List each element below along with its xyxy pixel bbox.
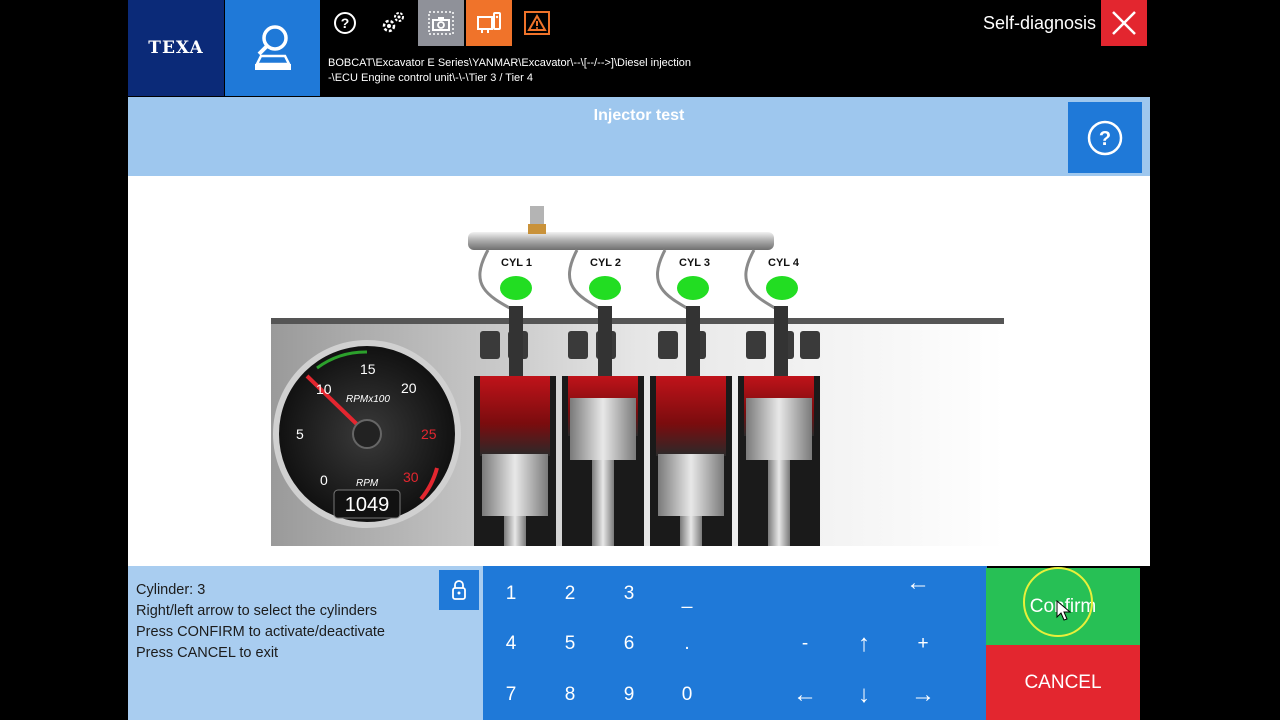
cyl4-status-light	[766, 276, 798, 300]
cancel-label: CANCEL	[1024, 671, 1102, 693]
backspace-key[interactable]: ←	[893, 568, 943, 598]
warning-icon	[524, 11, 550, 35]
device-icon	[477, 12, 501, 33]
engine-diagram: CYL 1 CYL 2 CYL 3 CYL 4 0 5 10 15 20 25 …	[271, 206, 1004, 546]
search-car-icon	[254, 25, 291, 70]
rpm-value: 1049	[345, 494, 390, 516]
virtual-keypad: 1 2 3 _ 4 5 6 . 7 8 9 0 ← - ↑ + ← ↓ →	[483, 566, 987, 720]
gauge-tick-30: 30	[403, 469, 419, 485]
gauge-unit-bottom: RPM	[356, 478, 379, 489]
key-underscore[interactable]: _	[667, 584, 707, 614]
gauge-tick-5: 5	[296, 426, 304, 442]
gauge-tick-0: 0	[320, 472, 328, 488]
settings-toolbar-button[interactable]	[370, 0, 416, 46]
help-icon: ?	[1087, 120, 1123, 155]
close-icon	[1112, 11, 1136, 35]
svg-text:?: ?	[1099, 128, 1111, 150]
cancel-button[interactable]: CANCEL	[986, 645, 1140, 720]
key-5[interactable]: 5	[550, 629, 590, 659]
page-title: Injector test	[593, 107, 685, 124]
key-dot[interactable]: .	[667, 629, 707, 659]
help-toolbar-button[interactable]: ?	[322, 0, 368, 46]
key-6[interactable]: 6	[609, 629, 649, 659]
cyl4-label: CYL 4	[768, 257, 800, 269]
key-8[interactable]: 8	[550, 680, 590, 710]
key-1[interactable]: 1	[491, 579, 531, 609]
gauge-unit-top: RPMx100	[346, 394, 390, 405]
arrow-right-key[interactable]: →	[903, 680, 943, 710]
title-band: Injector test ?	[128, 97, 1150, 176]
gauge-tick-20: 20	[401, 380, 417, 396]
cyl1-status-light	[500, 276, 532, 300]
instruction-line: Press CONFIRM to activate/deactivate	[136, 624, 385, 640]
injector-test-illustration: CYL 1 CYL 2 CYL 3 CYL 4 0 5 10 15 20 25 …	[128, 176, 1150, 566]
key-3[interactable]: 3	[609, 579, 649, 609]
svg-text:?: ?	[341, 15, 350, 31]
warning-toolbar-button[interactable]	[514, 0, 560, 46]
key-4[interactable]: 4	[491, 629, 531, 659]
keypad-lock-button[interactable]	[439, 570, 479, 610]
help-icon: ?	[334, 12, 356, 34]
gauge-tick-15: 15	[360, 361, 376, 377]
mouse-cursor-icon	[1056, 600, 1072, 621]
cyl3-status-light	[677, 276, 709, 300]
arrow-left-key[interactable]: ←	[785, 680, 825, 710]
screenshot-toolbar-button[interactable]	[418, 0, 464, 46]
selected-cylinder-text: Cylinder: 3	[136, 582, 206, 598]
instruction-panel: Cylinder: 3 Right/left arrow to select t…	[128, 566, 483, 720]
screenshot-icon	[428, 11, 454, 35]
mode-title: Self-diagnosis	[982, 13, 1096, 33]
test-help-button[interactable]: ?	[1068, 102, 1142, 173]
instruction-line: Right/left arrow to select the cylinders	[136, 603, 377, 619]
plus-key[interactable]: +	[903, 629, 943, 659]
key-9[interactable]: 9	[609, 680, 649, 710]
diagnosis-search-button[interactable]	[225, 0, 320, 96]
rpm-gauge: 0 5 10 15 20 25 30 RPMx100 RPM 1049	[273, 340, 461, 528]
texa-logo: TEXA	[128, 0, 224, 96]
key-0[interactable]: 0	[667, 680, 707, 710]
gauge-tick-10: 10	[316, 381, 332, 397]
cyl3-label: CYL 3	[679, 257, 710, 269]
cyl2-label: CYL 2	[590, 257, 621, 269]
key-7[interactable]: 7	[491, 680, 531, 710]
settings-icon	[382, 12, 404, 33]
gauge-tick-25: 25	[421, 426, 437, 442]
cyl2-status-light	[589, 276, 621, 300]
arrow-down-key[interactable]: ↓	[844, 680, 884, 710]
fuel-rail	[468, 232, 774, 250]
device-toolbar-button[interactable]	[466, 0, 512, 46]
cyl1-label: CYL 1	[501, 257, 532, 269]
lock-icon	[452, 580, 466, 600]
arrow-up-key[interactable]: ↑	[844, 629, 884, 659]
vehicle-path-breadcrumb: BOBCAT\Excavator E Series\YANMAR\Excavat…	[328, 57, 691, 84]
close-button[interactable]	[1101, 0, 1147, 46]
minus-key[interactable]: -	[785, 629, 825, 659]
key-2[interactable]: 2	[550, 579, 590, 609]
instruction-line: Press CANCEL to exit	[136, 645, 279, 661]
app-window: TEXA ? BOBCAT\Excavator E Series\YANMAR\…	[128, 0, 1150, 720]
